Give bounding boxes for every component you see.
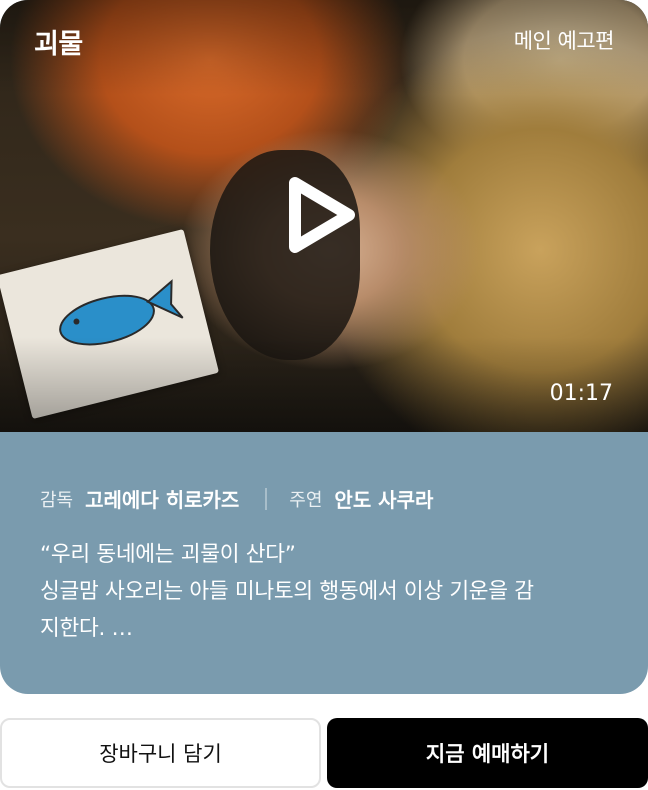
cast-label: 주연 — [289, 489, 323, 511]
description-line: 싱글맘 사오리는 아들 미나토의 행동에서 이상 기운을 감 — [40, 579, 534, 604]
cast-name: 안도 사쿠라 — [334, 488, 434, 512]
description-line: “우리 동네에는 괴물이 산다” — [40, 542, 296, 567]
trailer-video[interactable]: 괴물 메인 예고편 01:17 — [0, 0, 648, 432]
video-duration: 01:17 — [549, 381, 613, 406]
credits-row: 감독 고레에다 히로카즈 주연 안도 사쿠라 — [40, 484, 433, 513]
trailer-type-label: 메인 예고편 — [513, 29, 615, 53]
add-to-cart-button[interactable]: 장바구니 담기 — [0, 718, 321, 788]
credits-divider — [265, 487, 268, 510]
movie-title: 괴물 — [34, 29, 83, 60]
description-line: 지한다. … — [40, 616, 133, 641]
director-name: 고레에다 히로카즈 — [85, 488, 240, 512]
book-now-button[interactable]: 지금 예매하기 — [327, 718, 648, 788]
director-label: 감독 — [40, 489, 74, 511]
movie-card: 괴물 메인 예고편 01:17 감독 고레에다 히로카즈 주연 안도 사쿠라 “… — [0, 0, 648, 694]
play-icon[interactable] — [287, 173, 357, 257]
movie-description: “우리 동네에는 괴물이 산다” 싱글맘 사오리는 아들 미나토의 행동에서 이… — [40, 536, 620, 647]
